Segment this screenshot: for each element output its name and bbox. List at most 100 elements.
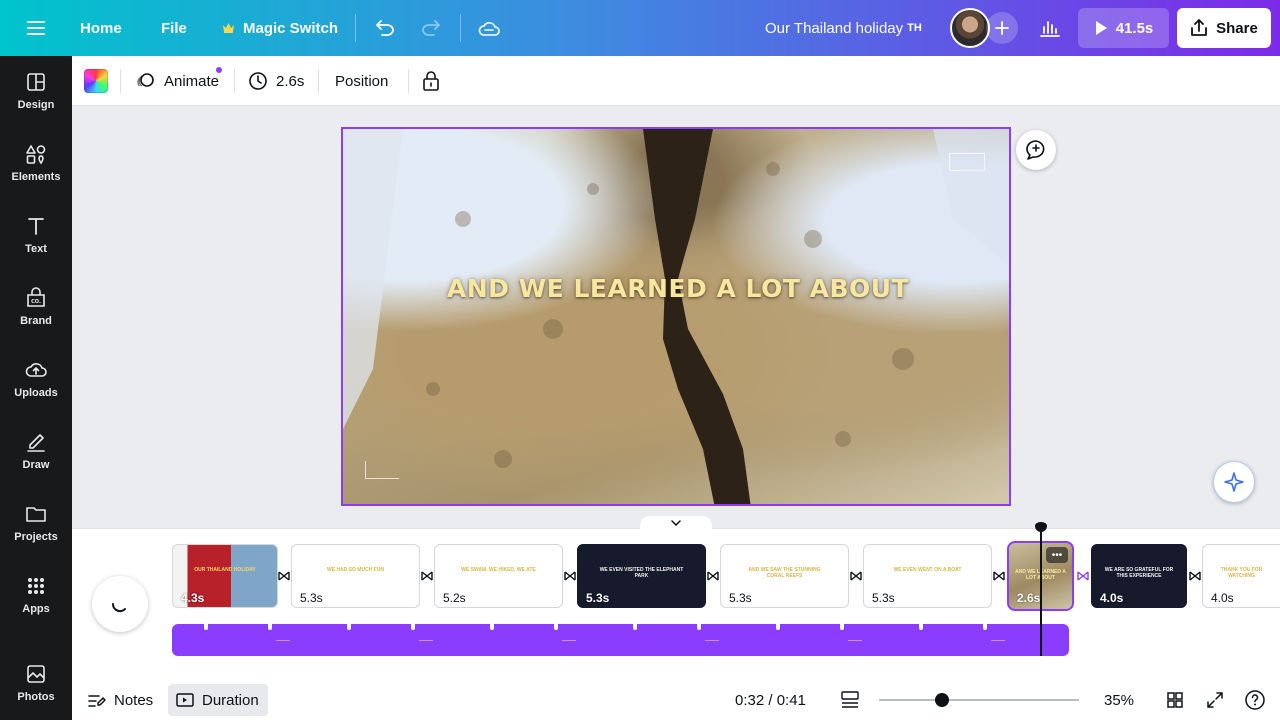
sidebar-item-elements[interactable]: Elements bbox=[0, 132, 72, 194]
slide-caption[interactable]: AND WE LEARNED A LOT ABOUT bbox=[343, 274, 1009, 303]
clip-duration: 5.3s bbox=[872, 591, 895, 605]
sidebar-item-label: Elements bbox=[11, 171, 61, 183]
slide-canvas[interactable]: AND WE LEARNED A LOT ABOUT bbox=[341, 127, 1011, 506]
transition-icon[interactable] bbox=[849, 569, 863, 583]
transition-icon[interactable] bbox=[706, 569, 720, 583]
lock-icon bbox=[422, 71, 440, 91]
sidebar-item-photos[interactable]: Photos bbox=[0, 652, 72, 714]
animate-icon bbox=[136, 71, 156, 91]
timeline-view-icon[interactable] bbox=[840, 680, 860, 720]
design-icon bbox=[27, 73, 45, 91]
audio-track[interactable] bbox=[172, 624, 1069, 656]
transition-icon[interactable] bbox=[277, 569, 291, 583]
share-button[interactable]: Share bbox=[1177, 8, 1271, 48]
clip-caption: OUR THAILAND HOLIDAY bbox=[194, 567, 256, 573]
transition-icon[interactable] bbox=[563, 569, 577, 583]
play-duration: 41.5s bbox=[1115, 19, 1154, 37]
add-comment-button[interactable] bbox=[1016, 130, 1056, 170]
clip-duration: 2.6s bbox=[1017, 591, 1041, 605]
sidebar-item-label: Brand bbox=[20, 315, 52, 327]
duration-toggle-button[interactable]: Duration bbox=[176, 680, 259, 720]
document-title[interactable]: Our Thailand holiday TH bbox=[765, 0, 922, 56]
timeline-clip[interactable]: AND WE SAW THE STUNNING CORAL REEFS 5.3s bbox=[720, 544, 849, 608]
animate-button[interactable]: Animate bbox=[136, 56, 222, 106]
timeline-clip[interactable]: OUR THAILAND HOLIDAY 4.3s bbox=[172, 544, 278, 608]
video-icon bbox=[176, 693, 194, 707]
playhead[interactable] bbox=[1040, 528, 1042, 656]
elements-icon bbox=[26, 145, 46, 165]
collapse-timeline-button[interactable] bbox=[640, 516, 712, 530]
play-icon bbox=[1094, 20, 1108, 36]
notes-button[interactable]: Notes bbox=[88, 680, 153, 720]
clip-duration: 5.2s bbox=[443, 591, 466, 605]
help-icon[interactable] bbox=[1244, 680, 1266, 720]
clock-icon bbox=[248, 71, 268, 91]
sidebar-item-label: Draw bbox=[22, 459, 50, 471]
avatar[interactable] bbox=[950, 8, 990, 48]
play-button[interactable]: 41.5s bbox=[1078, 8, 1169, 48]
text-icon bbox=[28, 218, 44, 235]
transition-icon[interactable] bbox=[1188, 569, 1202, 583]
sidebar-item-brand[interactable]: CO. Brand bbox=[0, 276, 72, 338]
timeline-clip[interactable]: WE EVEN VISITED THE ELEPHANT PARK 5.3s bbox=[577, 544, 706, 608]
context-toolbar: Animate 2.6s Position bbox=[72, 56, 1280, 106]
notes-icon bbox=[88, 692, 106, 708]
clip-caption: AND WE SAW THE STUNNING CORAL REEFS bbox=[748, 567, 821, 579]
svg-text:CO.: CO. bbox=[31, 299, 41, 305]
sidebar-item-projects[interactable]: Projects bbox=[0, 492, 72, 554]
slide-flag-tag bbox=[949, 153, 985, 171]
crown-icon bbox=[222, 22, 235, 34]
slide-corner-tag bbox=[365, 461, 399, 479]
sidebar-item-apps[interactable]: Apps bbox=[0, 564, 72, 626]
add-collaborator-icon[interactable] bbox=[986, 12, 1018, 44]
clip-caption: WE EVEN WENT ON A BOAT bbox=[893, 567, 962, 573]
fullscreen-icon[interactable] bbox=[1206, 680, 1224, 720]
animate-new-dot bbox=[216, 67, 222, 73]
sidebar-item-uploads[interactable]: Uploads bbox=[0, 348, 72, 410]
apps-icon bbox=[28, 578, 44, 594]
comment-plus-icon bbox=[1026, 140, 1045, 160]
lock-button[interactable] bbox=[422, 56, 440, 106]
loading-spinner bbox=[92, 576, 148, 632]
magic-switch-button[interactable]: Magic Switch bbox=[222, 0, 338, 56]
uploads-icon bbox=[25, 363, 47, 377]
file-button[interactable]: File bbox=[161, 0, 187, 56]
zoom-slider[interactable] bbox=[879, 699, 1079, 701]
rock-photo bbox=[343, 129, 1009, 504]
clip-duration: 5.3s bbox=[300, 591, 323, 605]
home-button[interactable]: Home bbox=[80, 0, 122, 56]
clip-duration: 4.0s bbox=[1100, 591, 1124, 605]
timeline-clip[interactable]: WE EVEN WENT ON A BOAT 5.3s bbox=[863, 544, 992, 608]
photos-icon bbox=[27, 665, 45, 683]
timeline-clip[interactable]: WE ARE SO GRATEFUL FOR THIS EXPERIENCE 4… bbox=[1091, 544, 1187, 608]
sidebar-item-design[interactable]: Design bbox=[0, 60, 72, 122]
document-title-text: Our Thailand holiday bbox=[765, 19, 904, 37]
share-label: Share bbox=[1216, 19, 1258, 37]
transition-icon[interactable] bbox=[420, 569, 434, 583]
sidebar-item-draw[interactable]: Draw bbox=[0, 420, 72, 482]
undo-icon[interactable] bbox=[370, 14, 400, 42]
zoom-level[interactable]: 35% bbox=[1104, 680, 1134, 720]
clip-more-options-icon[interactable]: ••• bbox=[1046, 547, 1068, 563]
timeline-clip[interactable]: WE HAD SO MUCH FUN 5.3s bbox=[291, 544, 420, 608]
clip-duration: 4.0s bbox=[1211, 591, 1234, 605]
sidebar-item-label: Apps bbox=[22, 603, 50, 615]
menu-icon[interactable] bbox=[20, 14, 52, 42]
top-bar: Home File Magic Switch Our Thailand holi… bbox=[0, 0, 1280, 56]
clip-duration: 5.3s bbox=[729, 591, 752, 605]
duration-button[interactable]: 2.6s bbox=[248, 56, 304, 106]
position-button[interactable]: Position bbox=[335, 56, 388, 106]
insights-icon[interactable] bbox=[1033, 12, 1067, 44]
transition-icon[interactable] bbox=[992, 569, 1006, 583]
sidebar-item-text[interactable]: Text bbox=[0, 204, 72, 266]
grid-view-icon[interactable] bbox=[1166, 680, 1184, 720]
cloud-save-icon[interactable] bbox=[474, 14, 504, 42]
timeline-clip[interactable]: THANK YOU FOR WATCHING 4.0s bbox=[1202, 544, 1280, 608]
sparkle-icon bbox=[1224, 472, 1244, 492]
magic-assistant-button[interactable] bbox=[1213, 461, 1255, 503]
redo-icon[interactable] bbox=[416, 14, 446, 42]
color-picker-button[interactable] bbox=[84, 69, 108, 93]
transition-icon[interactable] bbox=[1076, 569, 1090, 583]
timeline-clip[interactable]: WE SWAM, WE HIKED, WE ATE 5.2s bbox=[434, 544, 563, 608]
zoom-slider-thumb[interactable] bbox=[935, 693, 949, 707]
